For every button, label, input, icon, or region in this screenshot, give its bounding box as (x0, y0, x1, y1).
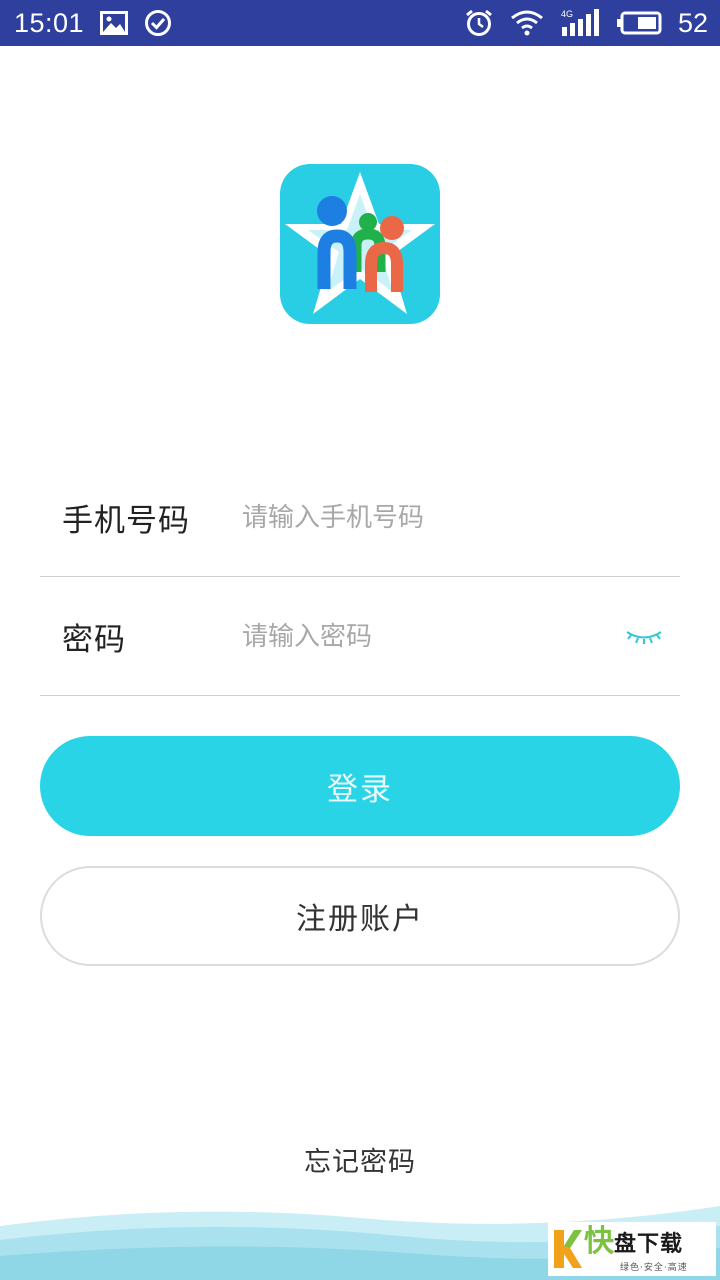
network-type: 4G (561, 9, 573, 19)
kuaipan-k-icon (554, 1230, 582, 1268)
signal-icon: 4G (560, 8, 600, 38)
password-label: 密码 (62, 622, 126, 658)
status-time: 15:01 (14, 7, 85, 38)
status-left: 15:01 (14, 8, 172, 39)
watermark-brand-rest: 盘下载 (614, 1231, 684, 1257)
check-circle-icon (144, 9, 172, 37)
password-input[interactable] (242, 606, 614, 667)
watermark-tagline: 绿色·安全·高速 (620, 1262, 688, 1273)
battery-icon (616, 11, 662, 35)
star-family-logo-icon (285, 172, 435, 314)
watermark-logo: 快 盘下载 绿色·安全·高速 (548, 1222, 716, 1276)
forgot-password-link[interactable]: 忘记密码 (0, 1140, 720, 1179)
battery-level: 52 (677, 7, 708, 38)
eye-closed-icon (626, 630, 662, 644)
alarm-icon (464, 8, 494, 38)
login-button[interactable]: 登录 (40, 736, 680, 836)
watermark-brand-first: 快 (584, 1223, 614, 1259)
status-bar: 15:01 4G 52 (0, 0, 720, 46)
image-icon (100, 11, 129, 35)
app-logo (280, 164, 440, 324)
phone-input[interactable] (242, 487, 680, 548)
wifi-icon (510, 9, 544, 37)
show-password-toggle[interactable] (614, 617, 674, 657)
register-button[interactable]: 注册账户 (40, 866, 680, 966)
phone-label: 手机号码 (62, 503, 190, 539)
watermark-text: 快 盘下载 绿色·安全·高速 (584, 1223, 688, 1274)
status-right: 4G 52 (464, 8, 708, 39)
password-row: 密码 (40, 578, 680, 696)
phone-row: 手机号码 (40, 459, 680, 577)
